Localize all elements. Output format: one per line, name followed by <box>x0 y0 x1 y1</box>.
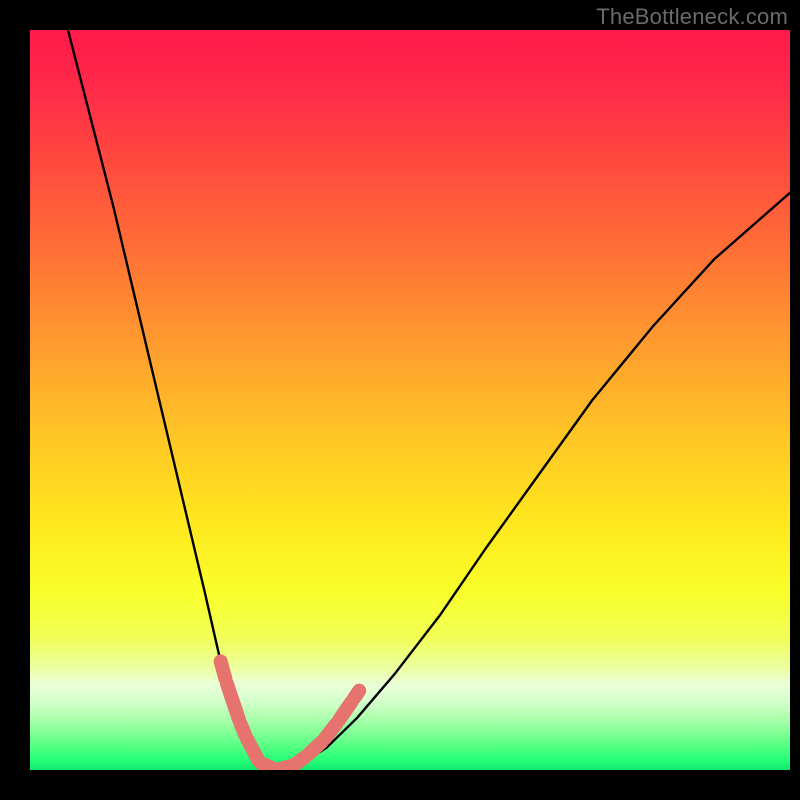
highlight-segment <box>325 724 336 739</box>
bottleneck-curve <box>68 30 790 770</box>
curve-layer <box>30 30 790 770</box>
plot-area <box>30 30 790 770</box>
highlight-segment <box>354 691 359 698</box>
highlight-segment <box>227 684 239 720</box>
highlight-segment <box>221 661 226 678</box>
watermark-text: TheBottleneck.com <box>596 4 788 30</box>
highlight-segment <box>309 742 321 753</box>
highlight-markers <box>221 661 360 769</box>
highlight-segment <box>339 702 351 720</box>
highlight-segment <box>247 739 258 760</box>
